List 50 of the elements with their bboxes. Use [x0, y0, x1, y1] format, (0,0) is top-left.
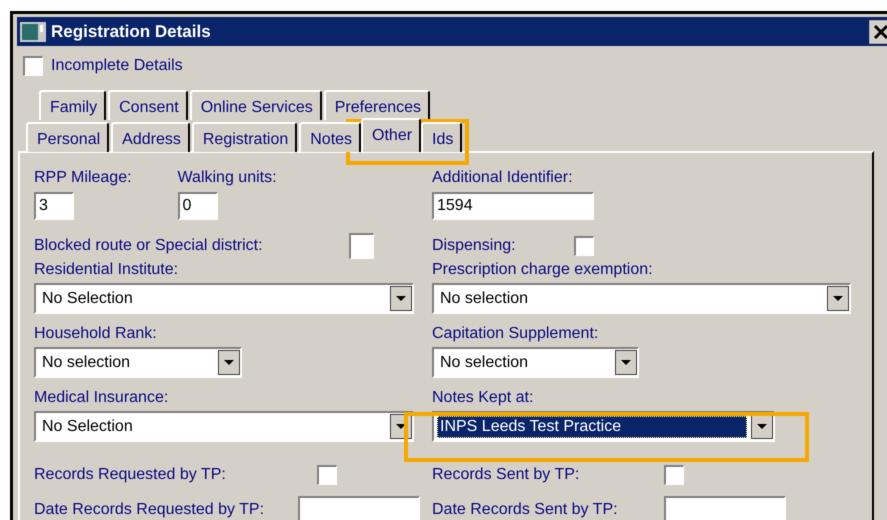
field-label: RPP Mileage: [34, 169, 132, 187]
tab[interactable]: Family [39, 90, 106, 120]
field-label: Records Sent by TP: [432, 466, 580, 484]
field-label: Date Records Sent by TP: [432, 501, 619, 519]
field-label: Blocked route or Special district: [34, 237, 264, 255]
field-label: Dispensing: [432, 237, 517, 255]
field-label: Prescription charge exemption: [432, 261, 654, 279]
incomplete-checkbox[interactable] [23, 56, 43, 76]
dropdown-value: No Selection [41, 416, 134, 436]
tab[interactable]: Online Services [190, 90, 322, 120]
dropdown[interactable]: No Selection [34, 283, 414, 314]
input-field[interactable]: 0 [178, 192, 218, 220]
tab[interactable]: Personal [26, 122, 110, 152]
field-label: Residential Institute: [34, 261, 180, 279]
tab[interactable]: Registration [192, 122, 298, 152]
field-label: Records Requested by TP: [34, 466, 227, 484]
field-label: Additional Identifier: [432, 169, 574, 187]
input-field[interactable]: 1594 [432, 192, 594, 220]
field-label: Date Records Requested by TP: [34, 501, 266, 519]
checkbox[interactable] [574, 236, 594, 256]
dropdown[interactable]: No selection [432, 347, 639, 378]
dropdown-value: No selection [41, 352, 132, 372]
field-label: Walking units: [178, 169, 277, 187]
checkbox[interactable] [349, 233, 374, 259]
field-label: Medical Insurance: [34, 389, 170, 407]
tab[interactable]: Preferences [324, 90, 430, 120]
tab[interactable]: Other [361, 118, 422, 152]
date-field[interactable] [298, 496, 420, 520]
tab[interactable]: Ids [421, 122, 462, 152]
tab[interactable]: Notes [299, 122, 362, 152]
dropdown-value: No selection [439, 352, 530, 372]
tab[interactable]: Address [111, 122, 190, 152]
dropdown[interactable]: No selection [432, 283, 851, 314]
dropdown-value: No Selection [41, 288, 134, 308]
field-label: Notes Kept at: [432, 389, 534, 407]
incomplete-label: Incomplete Details [51, 57, 183, 75]
tab[interactable]: Consent [108, 90, 188, 120]
checkbox[interactable] [664, 465, 684, 485]
dropdown[interactable]: No selection [34, 347, 242, 378]
dropdown-value: INPS Leeds Test Practice [437, 416, 747, 438]
date-field[interactable] [664, 496, 786, 520]
field-label: Capitation Supplement: [432, 325, 600, 343]
input-field[interactable]: 3 [34, 192, 74, 220]
window-title: Registration Details [51, 22, 211, 42]
dropdown-value: No selection [439, 288, 530, 308]
checkbox[interactable] [317, 465, 337, 485]
dropdown[interactable]: No Selection [34, 411, 414, 442]
field-label: Household Rank: [34, 325, 158, 343]
window-icon [20, 22, 46, 42]
close-icon[interactable] [869, 20, 887, 44]
